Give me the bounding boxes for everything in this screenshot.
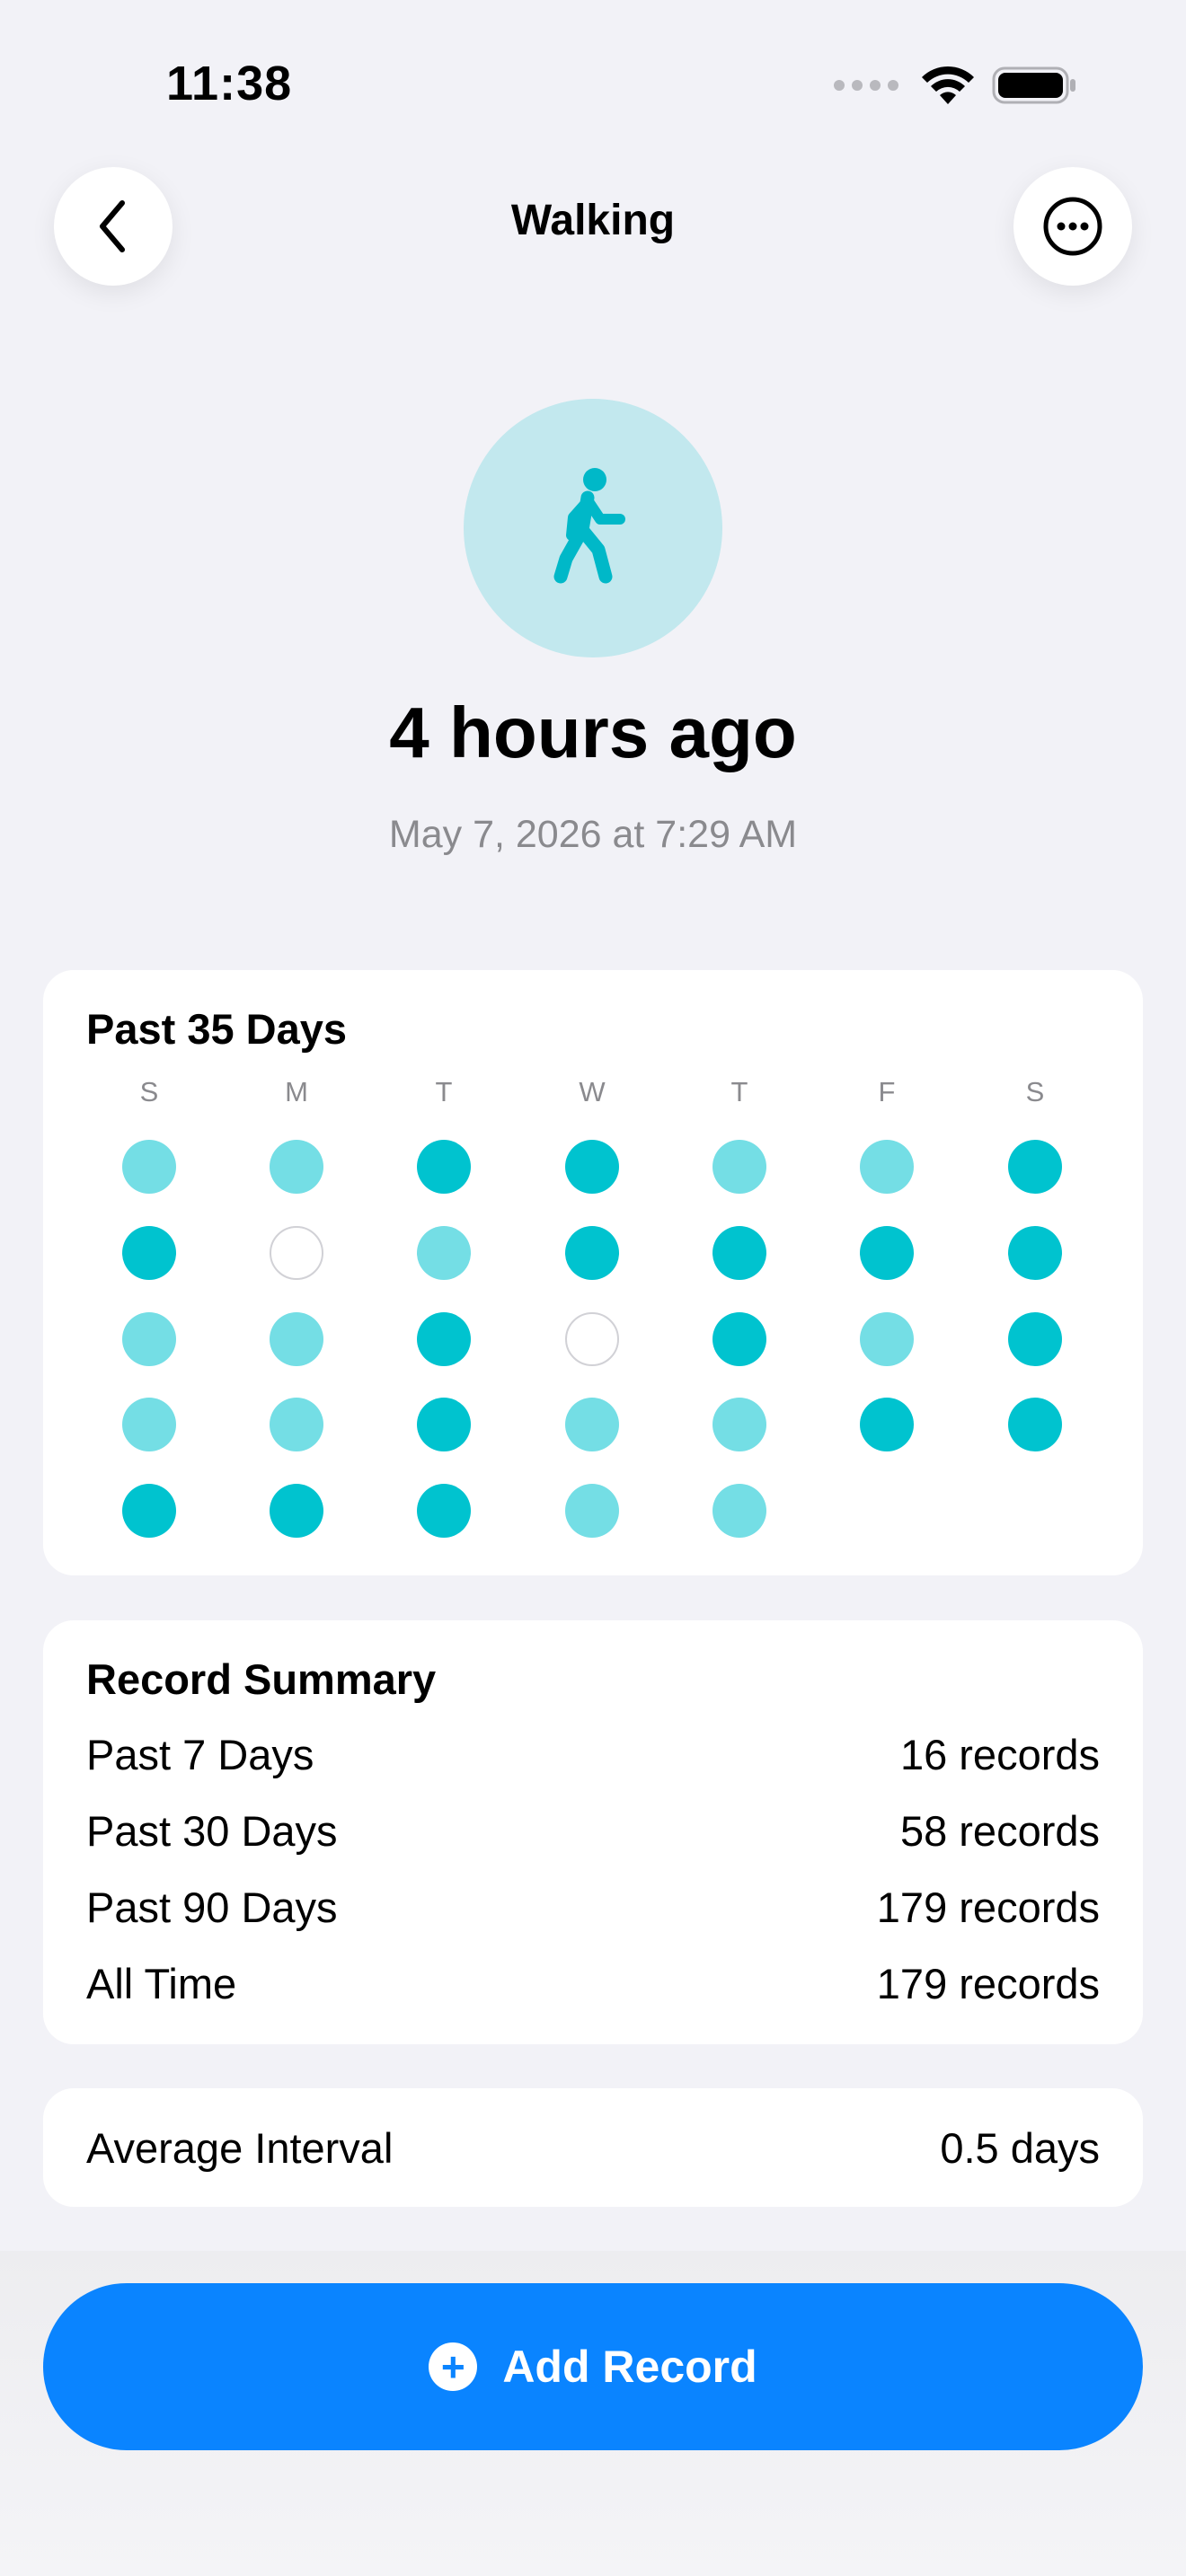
summary-label: Past 30 Days bbox=[86, 1807, 338, 1855]
day-dot bbox=[270, 1398, 323, 1451]
summary-row-all-time: All Time 179 records bbox=[86, 1959, 1100, 2008]
interval-value: 0.5 days bbox=[940, 2124, 1100, 2172]
day-dot bbox=[1008, 1226, 1062, 1280]
last-record-datetime: May 7, 2026 at 7:29 AM bbox=[388, 813, 798, 856]
add-record-button[interactable]: + Add Record bbox=[43, 2283, 1143, 2450]
day-dot bbox=[565, 1484, 619, 1538]
ellipsis-circle-icon bbox=[1043, 197, 1102, 256]
status-icons bbox=[834, 65, 1078, 106]
day-dot bbox=[712, 1398, 766, 1451]
summary-label: Past 7 Days bbox=[86, 1731, 314, 1778]
day-dot bbox=[417, 1140, 471, 1194]
day-dot bbox=[270, 1226, 323, 1280]
day-dot bbox=[122, 1398, 176, 1451]
weekday-label: W bbox=[579, 1076, 606, 1107]
summary-value: 58 records bbox=[899, 1807, 1100, 1855]
add-record-label: Add Record bbox=[502, 2342, 757, 2392]
day-dot bbox=[712, 1312, 766, 1366]
plus-circle-icon: + bbox=[429, 2342, 478, 2391]
day-dot bbox=[122, 1226, 176, 1280]
weekday-label: M bbox=[285, 1076, 308, 1107]
day-dot bbox=[565, 1226, 619, 1280]
summary-row-90-days: Past 90 Days 179 records bbox=[86, 1883, 1100, 1932]
day-dot bbox=[565, 1312, 619, 1366]
activity-icon-badge bbox=[464, 399, 722, 657]
walking-figure-icon bbox=[553, 468, 625, 584]
more-options-button[interactable] bbox=[1013, 167, 1132, 286]
weekday-label: S bbox=[1025, 1076, 1045, 1107]
day-dot bbox=[712, 1140, 766, 1194]
day-dot bbox=[565, 1398, 619, 1451]
average-interval-row: Average Interval 0.5 days bbox=[86, 2123, 1100, 2173]
summary-value: 179 records bbox=[876, 1960, 1100, 2007]
day-dot bbox=[417, 1226, 471, 1280]
day-dot bbox=[122, 1312, 176, 1366]
day-dot bbox=[270, 1484, 323, 1538]
wifi-icon bbox=[922, 66, 974, 104]
last-record-relative-time: 4 hours ago bbox=[389, 693, 797, 772]
summary-title: Record Summary bbox=[86, 1655, 437, 1703]
day-dot bbox=[860, 1226, 914, 1280]
interval-label: Average Interval bbox=[86, 2124, 394, 2172]
summary-label: All Time bbox=[86, 1960, 237, 2007]
day-dot bbox=[860, 1398, 914, 1451]
summary-row-7-days: Past 7 Days 16 records bbox=[86, 1730, 1100, 1779]
summary-value: 16 records bbox=[899, 1731, 1100, 1778]
day-dot bbox=[417, 1312, 471, 1366]
weekday-label: S bbox=[139, 1076, 159, 1107]
day-dot bbox=[122, 1140, 176, 1194]
day-dot bbox=[712, 1484, 766, 1538]
day-dot bbox=[1008, 1312, 1062, 1366]
status-time: 11:38 bbox=[166, 57, 293, 110]
day-dot bbox=[1008, 1398, 1062, 1451]
calendar-title: Past 35 Days bbox=[86, 1005, 348, 1053]
battery-icon bbox=[992, 66, 1075, 104]
weekday-label: T bbox=[435, 1076, 453, 1107]
day-dot bbox=[270, 1312, 323, 1366]
cellular-signal-icon bbox=[834, 80, 898, 91]
summary-row-30-days: Past 30 Days 58 records bbox=[86, 1806, 1100, 1856]
day-dot bbox=[860, 1140, 914, 1194]
weekday-label: F bbox=[878, 1076, 896, 1107]
day-dot bbox=[1008, 1140, 1062, 1194]
day-dot bbox=[417, 1398, 471, 1451]
day-dot bbox=[417, 1484, 471, 1538]
page-title: Walking bbox=[510, 197, 676, 244]
day-dot bbox=[860, 1312, 914, 1366]
summary-value: 179 records bbox=[876, 1883, 1100, 1931]
day-dot bbox=[712, 1226, 766, 1280]
day-dot bbox=[122, 1484, 176, 1538]
day-dot bbox=[565, 1140, 619, 1194]
weekday-label: T bbox=[730, 1076, 748, 1107]
day-dot bbox=[270, 1140, 323, 1194]
summary-label: Past 90 Days bbox=[86, 1883, 338, 1931]
